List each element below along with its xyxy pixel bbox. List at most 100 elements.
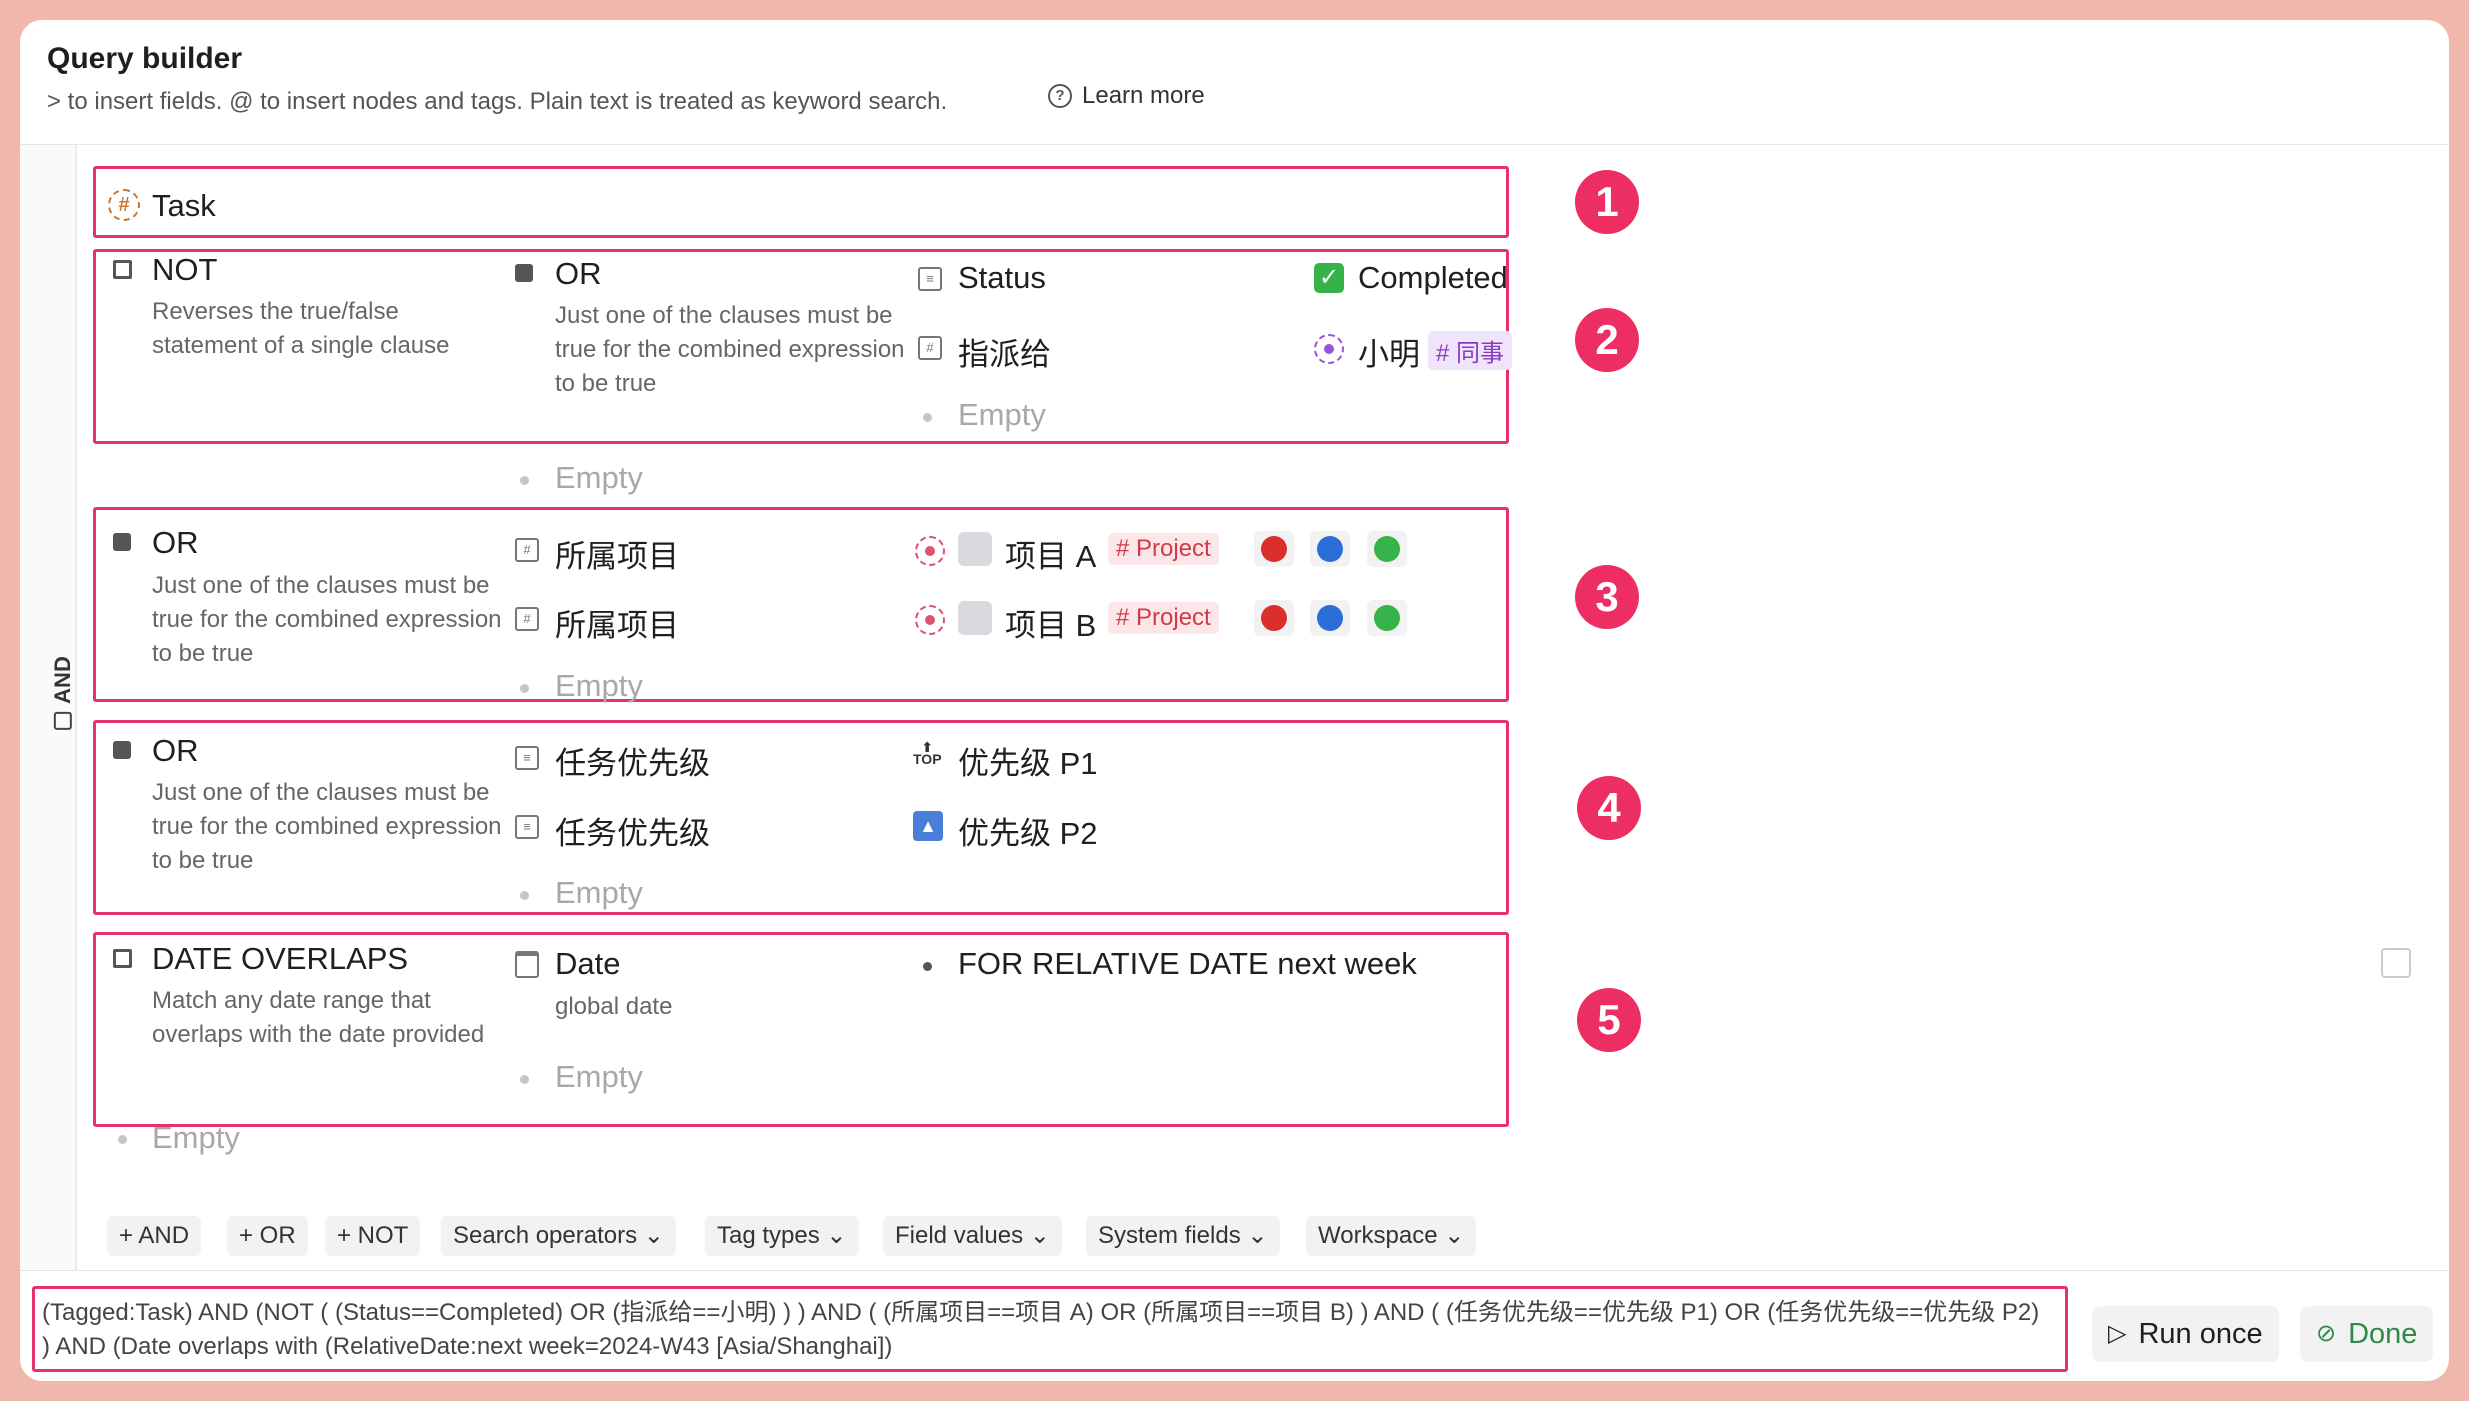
value-completed[interactable]: Completed	[1358, 260, 1508, 296]
not-square-icon	[113, 260, 132, 279]
field-icon: #	[515, 538, 539, 562]
check-icon: ✓	[1314, 263, 1344, 293]
not-description: Reverses the true/false statement of a s…	[152, 298, 450, 359]
blue-ball	[1310, 600, 1350, 636]
or-operator[interactable]: OR	[152, 733, 199, 769]
learn-more-link[interactable]: ? Learn more	[1048, 82, 1205, 110]
tag-colleague[interactable]: # 同事	[1428, 331, 1513, 370]
top-arrow-icon: ⬆ TOP	[913, 739, 942, 767]
date-overlaps-icon	[113, 949, 132, 968]
calendar-icon[interactable]	[2381, 948, 2411, 978]
field-priority[interactable]: 任务优先级	[555, 808, 710, 853]
value-priority-p1[interactable]: 优先级 P1	[958, 738, 1098, 783]
date-overlaps-description: Match any date range that overlaps with …	[152, 987, 485, 1048]
field-icon: ≡	[515, 746, 539, 770]
or-description: Just one of the clauses must be true for…	[152, 779, 502, 874]
person-icon	[1314, 334, 1344, 364]
field-icon: ≡	[918, 267, 942, 291]
check-circle-icon: ⊘	[2316, 1320, 2337, 1347]
field-assignee[interactable]: 指派给	[958, 329, 1051, 374]
root-operator-text: AND	[49, 656, 75, 704]
empty-slot[interactable]: Empty	[555, 875, 643, 911]
field-project[interactable]: 所属项目	[555, 531, 679, 576]
bullet	[520, 891, 529, 900]
calendar-icon	[515, 951, 539, 978]
empty-slot[interactable]: Empty	[555, 460, 643, 496]
learn-more-label: Learn more	[1082, 82, 1205, 109]
hash-icon: #	[108, 189, 140, 221]
empty-slot[interactable]: Empty	[555, 1059, 643, 1095]
help-icon: ?	[1048, 84, 1072, 108]
bullet	[118, 1135, 127, 1144]
or-square-icon	[515, 264, 533, 282]
tag-task[interactable]: Task	[152, 188, 216, 224]
badge-5: 5	[1577, 988, 1641, 1052]
add-or-button[interactable]: + OR	[227, 1216, 308, 1256]
bullet	[520, 476, 529, 485]
header-divider	[20, 144, 2449, 145]
bullet	[520, 1075, 529, 1084]
blue-ball	[1310, 531, 1350, 567]
field-icon: #	[515, 607, 539, 631]
done-label: Done	[2348, 1318, 2418, 1350]
add-not-button[interactable]: + NOT	[325, 1216, 421, 1256]
play-icon: ▷	[2108, 1320, 2127, 1347]
triangle-up-icon: ▲	[913, 811, 943, 841]
or-operator[interactable]: OR	[152, 525, 199, 561]
and-square-icon	[53, 711, 72, 730]
field-icon: ≡	[515, 815, 539, 839]
field-icon: #	[918, 336, 942, 360]
tag-project[interactable]: # Project	[1108, 602, 1219, 634]
bullet	[923, 413, 932, 422]
page-title: Query builder	[47, 42, 243, 75]
value-priority-p2[interactable]: 优先级 P2	[958, 808, 1098, 853]
field-date-sub: global date	[555, 993, 673, 1020]
search-operators-dropdown[interactable]: Search operators ⌄	[441, 1216, 676, 1256]
field-priority[interactable]: 任务优先级	[555, 738, 710, 783]
or-operator[interactable]: OR	[555, 256, 602, 292]
badge-3: 3	[1575, 565, 1639, 629]
value-project-a[interactable]: 项目 A	[1005, 531, 1096, 576]
value-relative-date[interactable]: FOR RELATIVE DATE next week	[958, 946, 1417, 982]
field-values-dropdown[interactable]: Field values ⌄	[883, 1216, 1062, 1256]
or-square-icon	[113, 741, 131, 759]
bullet	[520, 684, 529, 693]
root-and-label[interactable]: AND	[50, 656, 76, 730]
green-ball	[1367, 600, 1407, 636]
value-xiaoming[interactable]: 小明	[1358, 329, 1420, 374]
badge-4: 4	[1577, 776, 1641, 840]
value-project-b[interactable]: 项目 B	[1005, 600, 1096, 645]
green-ball	[1367, 531, 1407, 567]
empty-slot[interactable]: Empty	[152, 1120, 240, 1156]
footer-divider	[20, 1270, 2449, 1271]
or-description: Just one of the clauses must be true for…	[152, 572, 502, 667]
date-overlaps-operator[interactable]: DATE OVERLAPS	[152, 941, 408, 977]
page-subtitle: > to insert fields. @ to insert nodes an…	[47, 88, 948, 115]
target-icon	[915, 605, 945, 635]
color-swatch	[958, 532, 992, 566]
system-fields-dropdown[interactable]: System fields ⌄	[1086, 1216, 1280, 1256]
empty-slot[interactable]: Empty	[555, 668, 643, 704]
target-icon	[915, 536, 945, 566]
workspace-dropdown[interactable]: Workspace ⌄	[1306, 1216, 1477, 1256]
empty-slot[interactable]: Empty	[958, 397, 1046, 433]
color-swatch	[958, 601, 992, 635]
run-once-label: Run once	[2138, 1318, 2263, 1350]
or-description: Just one of the clauses must be true for…	[555, 302, 905, 397]
bullet	[923, 962, 932, 971]
or-square-icon	[113, 533, 131, 551]
block-1-frame	[93, 166, 1509, 238]
not-operator[interactable]: NOT	[152, 252, 217, 288]
run-once-button[interactable]: ▷ Run once	[2092, 1306, 2279, 1362]
field-date[interactable]: Date	[555, 946, 620, 982]
badge-2: 2	[1575, 308, 1639, 372]
red-ball	[1254, 600, 1294, 636]
add-and-button[interactable]: + AND	[107, 1216, 202, 1256]
tag-types-dropdown[interactable]: Tag types ⌄	[705, 1216, 859, 1256]
red-ball	[1254, 531, 1294, 567]
field-status[interactable]: Status	[958, 260, 1046, 296]
tag-project[interactable]: # Project	[1108, 533, 1219, 565]
done-button[interactable]: ⊘ Done	[2300, 1306, 2434, 1362]
field-project[interactable]: 所属项目	[555, 600, 679, 645]
expression-text[interactable]: (Tagged:Task) AND (NOT ( (Status==Comple…	[42, 1296, 2052, 1364]
